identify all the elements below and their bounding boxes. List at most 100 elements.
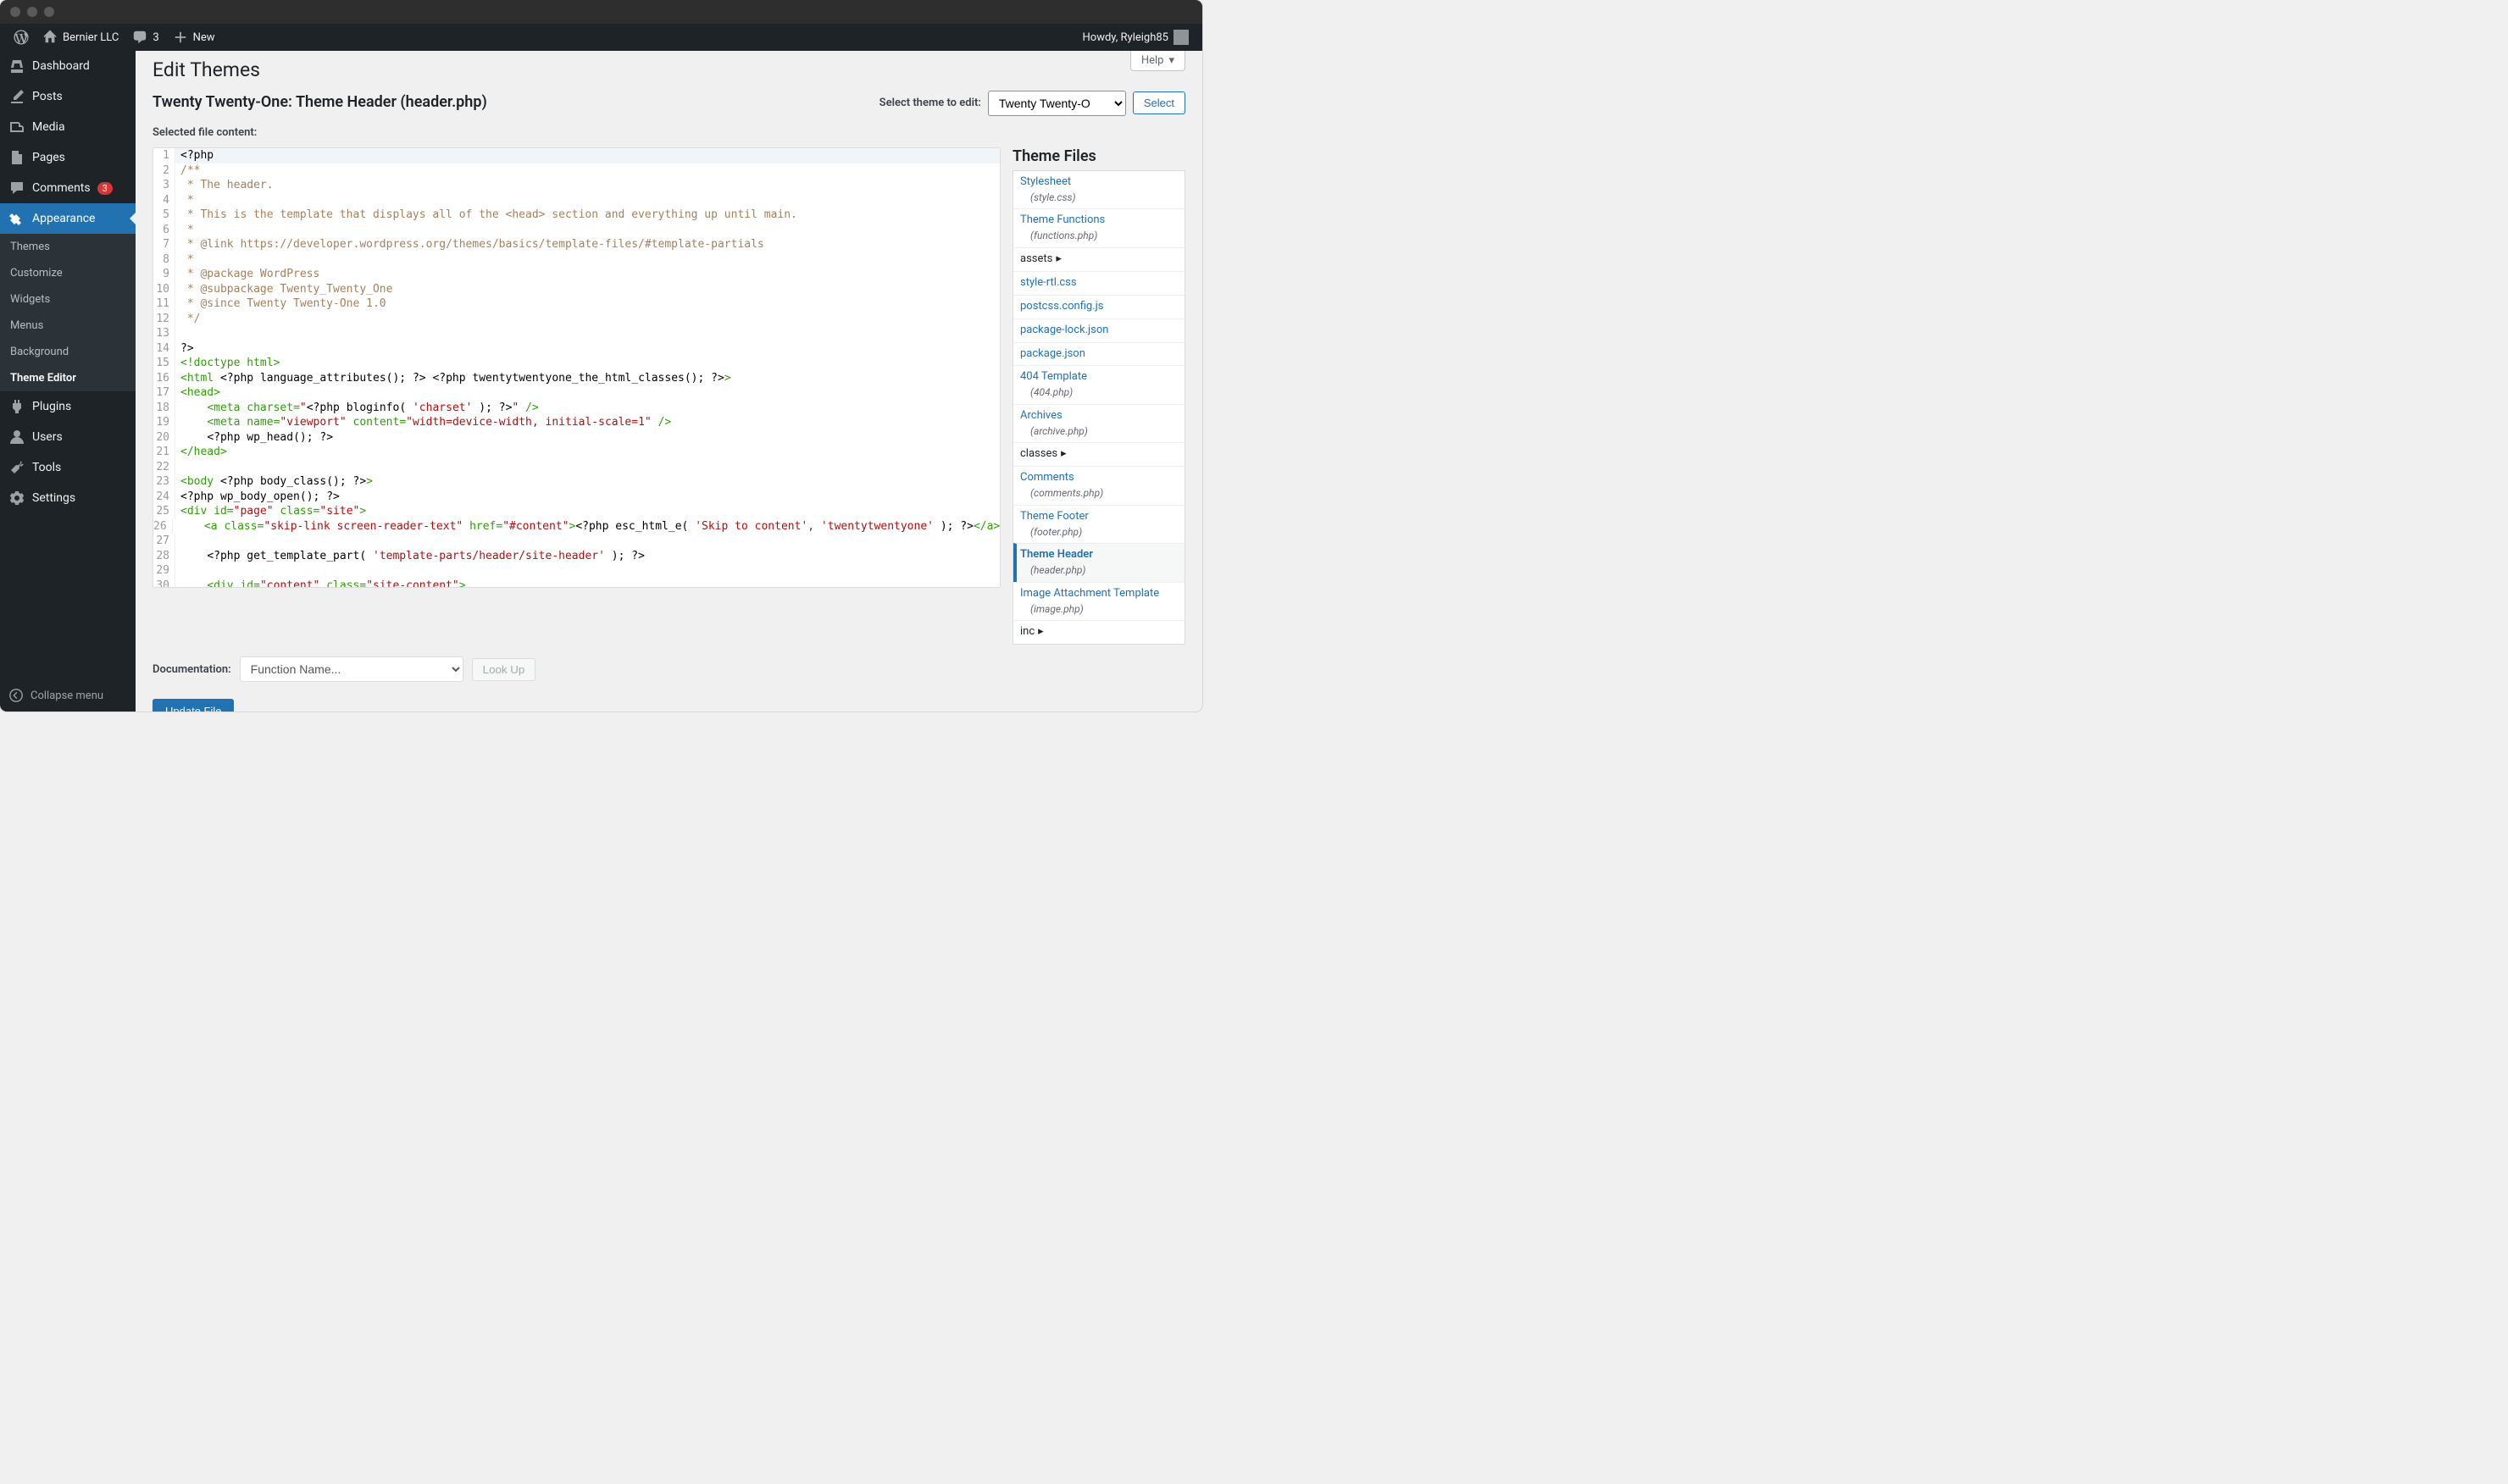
new-link[interactable]: New	[166, 24, 222, 51]
code-content: <body <?php body_class(); ?>>	[175, 474, 373, 490]
menu-item-comments[interactable]: Comments 3	[0, 173, 136, 203]
file-item[interactable]: Theme Header(header.php)	[1013, 543, 1185, 581]
code-line: 26 <a class="skip-link screen-reader-tex…	[153, 519, 1000, 534]
collapse-icon	[8, 688, 24, 703]
collapse-label: Collapse menu	[31, 689, 103, 702]
site-name: Bernier LLC	[63, 31, 119, 44]
sub-item-theme-editor[interactable]: Theme Editor	[0, 365, 136, 391]
line-number: 1	[153, 148, 175, 163]
code-content	[175, 326, 180, 341]
code-content: <html <?php language_attributes(); ?> <?…	[175, 371, 731, 386]
menu-item-pages[interactable]: Pages	[0, 142, 136, 173]
file-item[interactable]: Theme Footer(footer.php)	[1013, 505, 1185, 543]
menu-item-posts[interactable]: Posts	[0, 81, 136, 112]
line-number: 5	[153, 208, 175, 223]
file-name: Theme Footer	[1020, 510, 1089, 523]
file-item[interactable]: Archives(archive.php)	[1013, 404, 1185, 442]
code-line: 20 <?php wp_head(); ?>	[153, 430, 1000, 446]
code-line: 2/**	[153, 163, 1000, 179]
menu-item-users[interactable]: Users	[0, 422, 136, 452]
code-content: <div id="content" class="site-content">	[175, 579, 466, 589]
menu-item-dashboard[interactable]: Dashboard	[0, 51, 136, 81]
window-close-dot[interactable]	[10, 7, 20, 17]
file-item[interactable]: package-lock.json	[1013, 318, 1185, 342]
code-line: 25<div id="page" class="site">	[153, 504, 1000, 519]
pages-icon	[8, 149, 25, 166]
code-content: <head>	[175, 385, 220, 401]
menu-item-settings[interactable]: Settings	[0, 483, 136, 513]
line-number: 18	[153, 401, 175, 416]
sub-item-widgets[interactable]: Widgets	[0, 286, 136, 313]
menu-item-plugins[interactable]: Plugins	[0, 391, 136, 422]
code-line: 15<!doctype html>	[153, 356, 1000, 371]
code-editor[interactable]: 1<?php2/**3 * The header.4 *5 * This is …	[153, 147, 1001, 588]
code-line: 27	[153, 534, 1000, 549]
home-icon	[42, 30, 58, 45]
comments-badge: 3	[97, 182, 113, 195]
file-name: Archives	[1020, 409, 1063, 422]
code-line: 18 <meta charset="<?php bloginfo( 'chars…	[153, 401, 1000, 416]
file-item[interactable]: inc	[1013, 620, 1185, 644]
code-content: * This is the template that displays all…	[175, 208, 797, 223]
file-item[interactable]: assets	[1013, 247, 1185, 271]
file-item[interactable]: 404 Template(404.php)	[1013, 365, 1185, 403]
sub-item-menus[interactable]: Menus	[0, 313, 136, 339]
code-line: 8 *	[153, 252, 1000, 268]
file-item[interactable]: Theme Functions(functions.php)	[1013, 208, 1185, 246]
menu-label: Posts	[32, 90, 63, 103]
code-line: 29	[153, 563, 1000, 579]
window-titlebar	[0, 0, 1202, 24]
line-number: 30	[153, 579, 175, 589]
chevron-down-icon: ▾	[1168, 54, 1174, 67]
file-item[interactable]: style-rtl.css	[1013, 271, 1185, 295]
file-name: Comments	[1020, 471, 1074, 484]
lookup-button[interactable]: Look Up	[472, 658, 536, 681]
file-name: Theme Functions	[1020, 213, 1105, 226]
menu-item-appearance[interactable]: Appearance	[0, 203, 136, 234]
line-number: 4	[153, 193, 175, 208]
menu-label: Comments	[32, 181, 91, 195]
collapse-menu[interactable]: Collapse menu	[0, 679, 136, 712]
file-item[interactable]: Image Attachment Template(image.php)	[1013, 582, 1185, 620]
menu-label: Settings	[32, 491, 75, 505]
plugins-icon	[8, 398, 25, 415]
wp-logo[interactable]	[7, 24, 36, 51]
code-line: 1<?php	[153, 148, 1000, 163]
line-number: 2	[153, 163, 175, 179]
plus-icon	[173, 30, 188, 45]
site-link[interactable]: Bernier LLC	[36, 24, 125, 51]
line-number: 24	[153, 490, 175, 505]
menu-item-tools[interactable]: Tools	[0, 452, 136, 483]
line-number: 14	[153, 341, 175, 357]
howdy-link[interactable]: Howdy, Ryleigh85	[1076, 24, 1196, 51]
sub-item-background[interactable]: Background	[0, 339, 136, 365]
help-tab[interactable]: Help▾	[1130, 51, 1185, 71]
media-icon	[8, 119, 25, 136]
code-content: </head>	[175, 445, 227, 460]
comment-count: 3	[153, 31, 158, 44]
code-line: 6 *	[153, 223, 1000, 238]
select-theme-label: Select theme to edit:	[879, 97, 981, 109]
window-max-dot[interactable]	[44, 7, 54, 17]
file-item[interactable]: package.json	[1013, 342, 1185, 366]
file-item[interactable]: postcss.config.js	[1013, 295, 1185, 318]
menu-item-media[interactable]: Media	[0, 112, 136, 142]
file-name: assets	[1020, 252, 1062, 265]
line-number: 21	[153, 445, 175, 460]
select-button[interactable]: Select	[1133, 91, 1185, 114]
doc-label: Documentation:	[153, 663, 231, 676]
window-min-dot[interactable]	[27, 7, 37, 17]
comments-link[interactable]: 3	[125, 24, 165, 51]
code-content: * @link https://developer.wordpress.org/…	[175, 237, 764, 252]
code-line: 7 * @link https://developer.wordpress.or…	[153, 237, 1000, 252]
sub-item-themes[interactable]: Themes	[0, 234, 136, 260]
theme-select[interactable]: Twenty Twenty-O	[988, 91, 1126, 116]
doc-select[interactable]: Function Name...	[240, 656, 463, 682]
file-item[interactable]: Comments(comments.php)	[1013, 466, 1185, 504]
sub-item-customize[interactable]: Customize	[0, 260, 136, 286]
menu-label: Tools	[32, 461, 61, 474]
update-file-button[interactable]: Update File	[153, 699, 234, 712]
line-number: 22	[153, 460, 175, 475]
file-item[interactable]: Stylesheet(style.css)	[1013, 171, 1185, 208]
file-item[interactable]: classes	[1013, 442, 1185, 466]
